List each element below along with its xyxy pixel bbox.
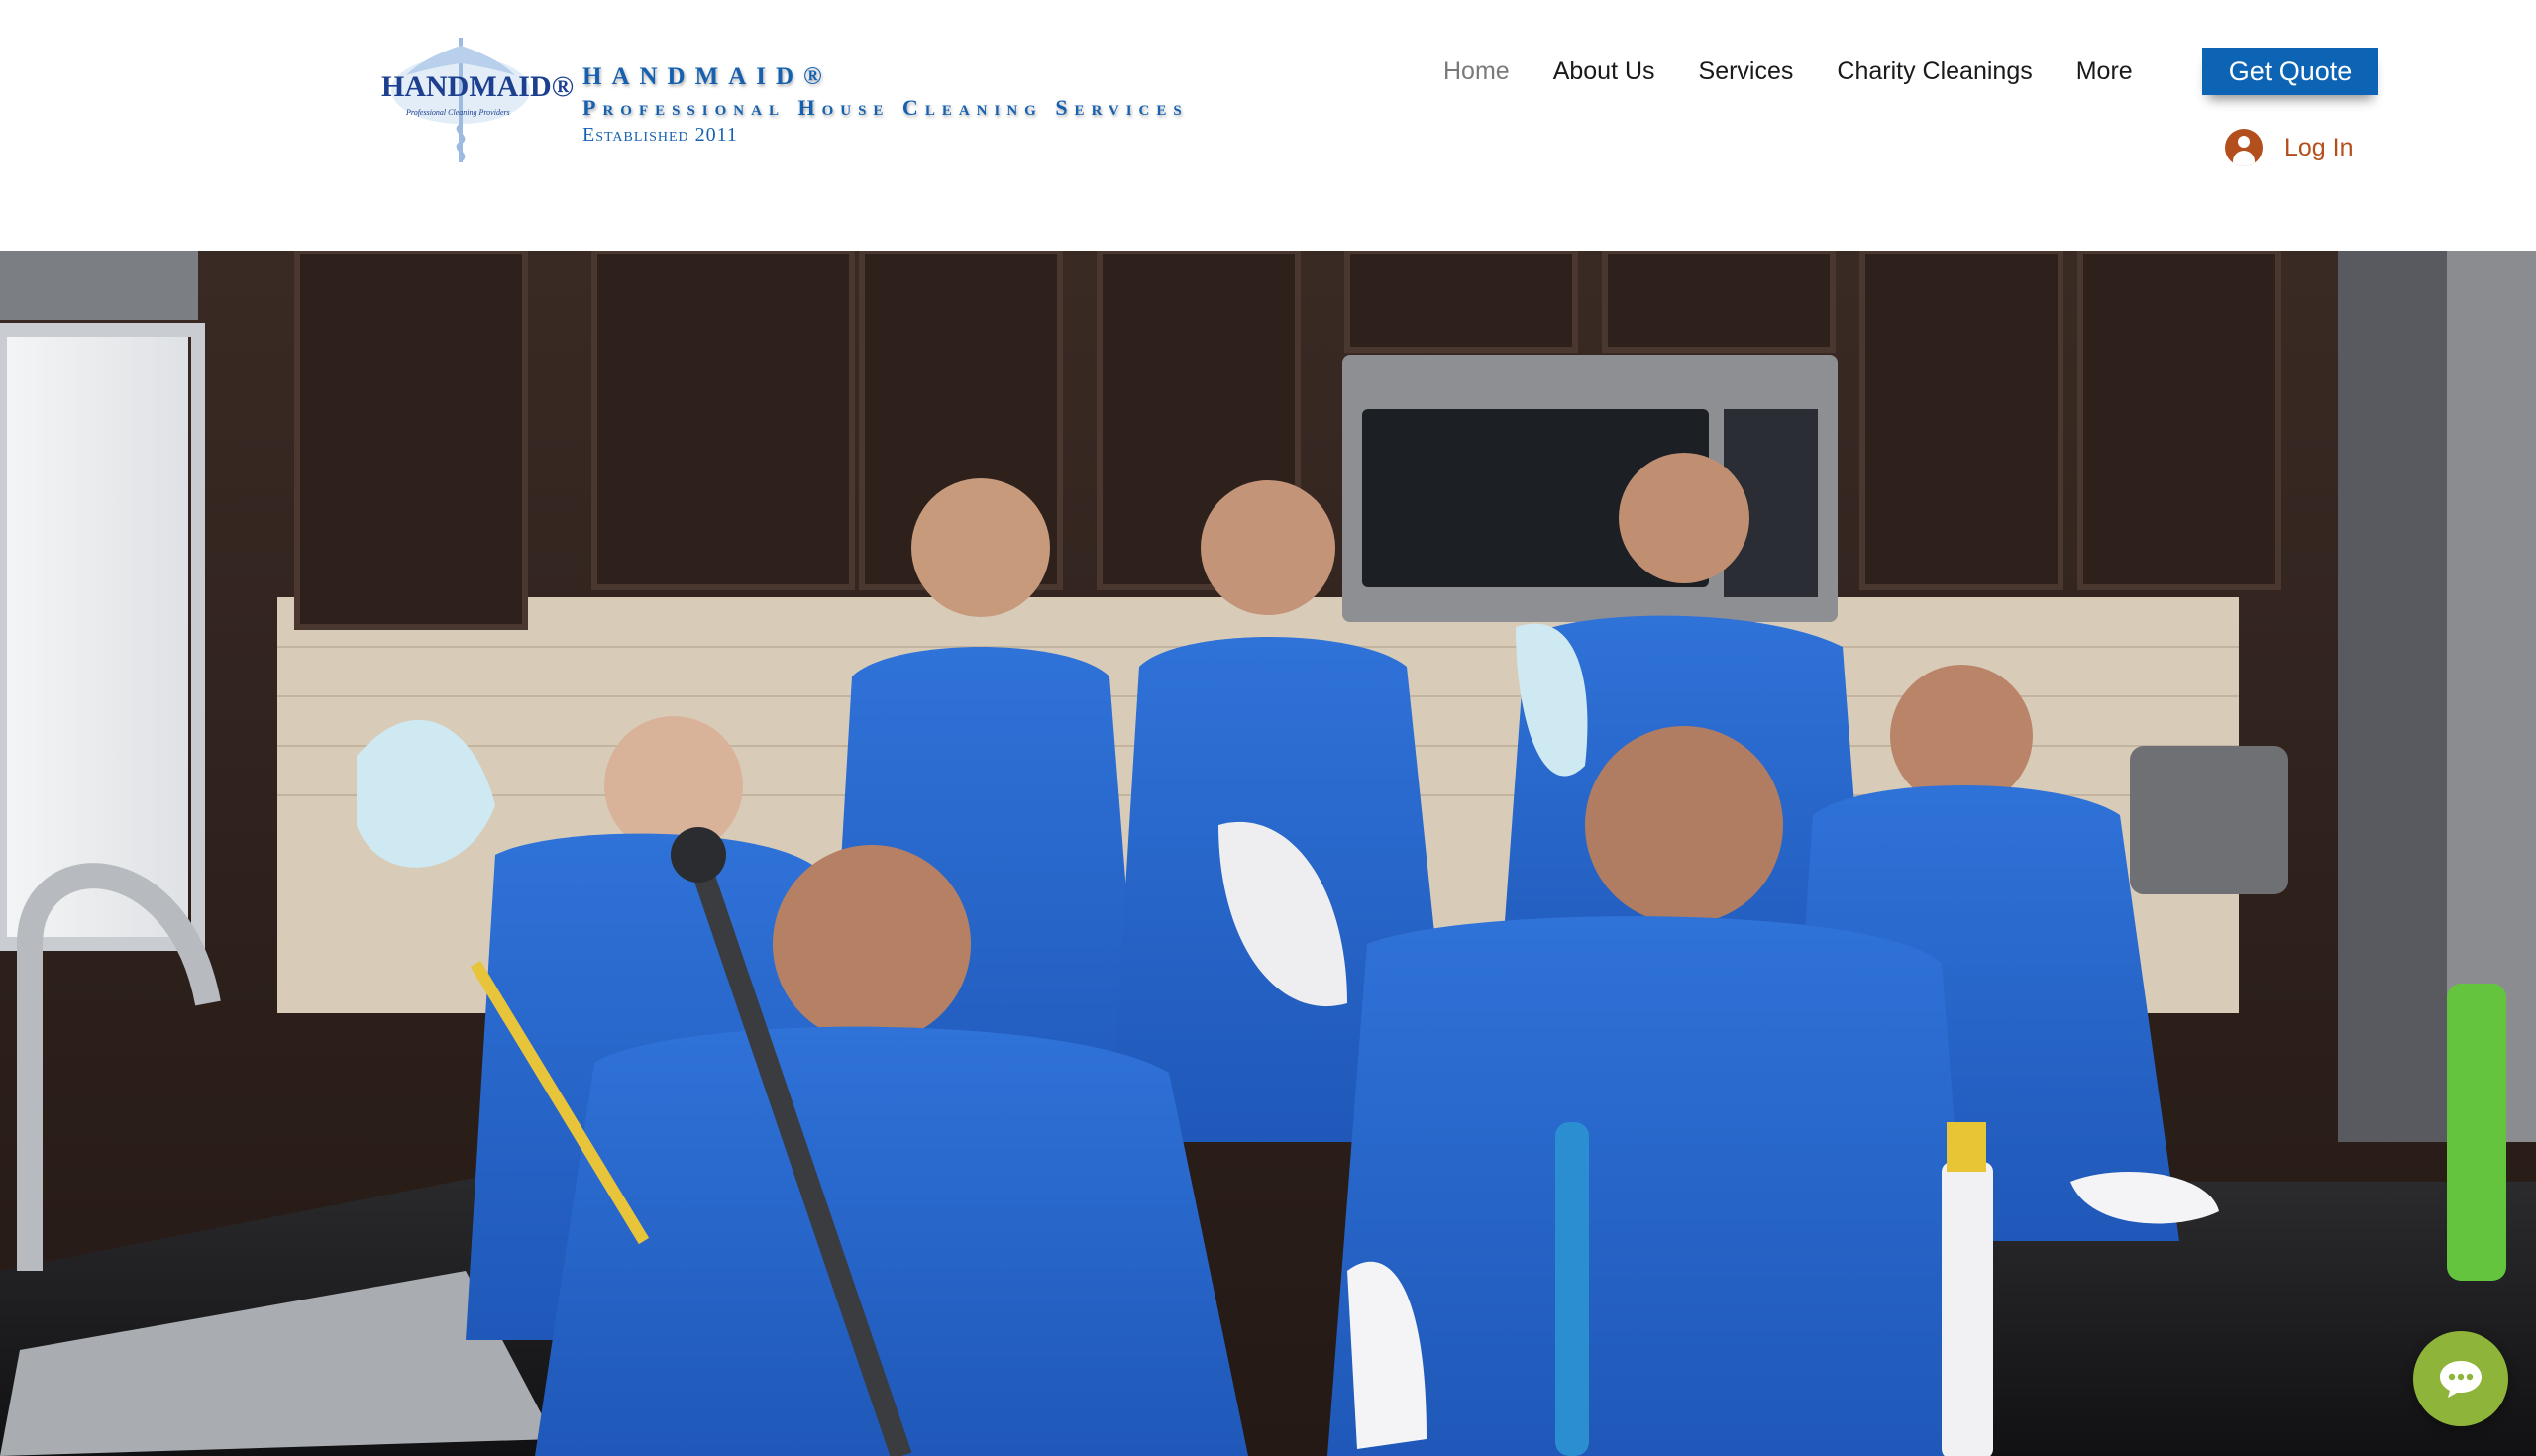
hero-image bbox=[0, 251, 2536, 1456]
chat-bubble-icon bbox=[2440, 1361, 2482, 1398]
chat-button[interactable] bbox=[2413, 1331, 2508, 1426]
nav-item-services[interactable]: Services bbox=[1699, 57, 1794, 86]
nav-item-about-us[interactable]: About Us bbox=[1553, 57, 1655, 86]
brand-subtitle: Professional House Cleaning Services bbox=[582, 95, 1189, 120]
hero-photo bbox=[0, 251, 2536, 1456]
logo[interactable]: HANDMAID® Professional Cleaning Provider… bbox=[376, 36, 574, 164]
main-nav: Home About Us Services Charity Cleanings… bbox=[1443, 53, 2133, 89]
login-label: Log In bbox=[2284, 133, 2354, 161]
brand-established: Established 2011 bbox=[582, 124, 738, 146]
brand-title-block: HANDMAID® Professional House Cleaning Se… bbox=[582, 61, 1189, 147]
login-button[interactable]: Log In bbox=[2225, 127, 2354, 168]
user-avatar-icon bbox=[2225, 129, 2263, 166]
logo-tagline: Professional Cleaning Providers bbox=[406, 108, 510, 117]
brand-name: HANDMAID® bbox=[582, 63, 832, 90]
page: HANDMAID® Professional Cleaning Provider… bbox=[0, 0, 2536, 1456]
nav-item-charity-cleanings[interactable]: Charity Cleanings bbox=[1837, 57, 2032, 86]
nav-item-more[interactable]: More bbox=[2076, 57, 2133, 86]
site-header: HANDMAID® Professional Cleaning Provider… bbox=[0, 0, 2536, 251]
logo-wordmark: HANDMAID® bbox=[381, 70, 575, 103]
nav-item-home[interactable]: Home bbox=[1443, 57, 1510, 86]
get-quote-button[interactable]: Get Quote bbox=[2202, 48, 2378, 95]
